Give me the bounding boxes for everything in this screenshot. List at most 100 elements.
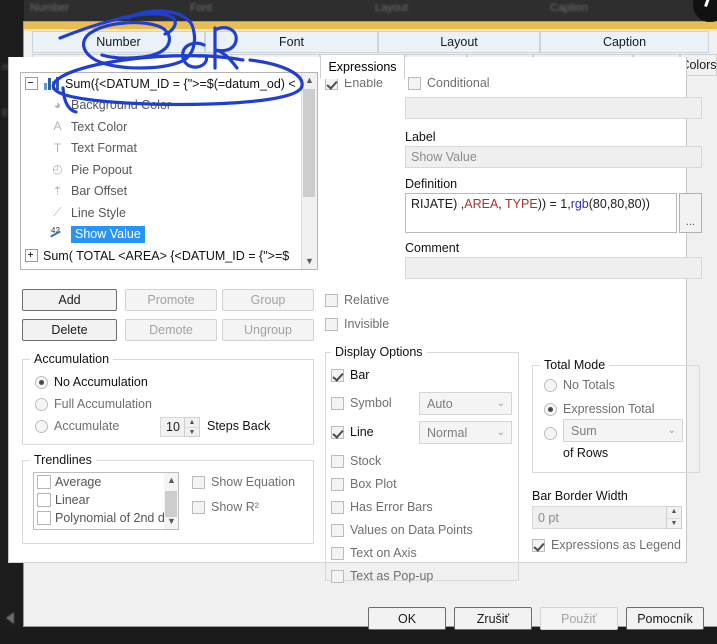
ghost-label-caption: Caption [550, 2, 588, 14]
checkbox-show-equation[interactable] [192, 476, 205, 489]
steps-back-spinner[interactable]: ▲ ▼ [184, 417, 200, 437]
tree-scrollbar[interactable]: ▲ ▼ [301, 73, 317, 269]
add-button[interactable]: Add [22, 289, 117, 311]
scroll-up-icon[interactable]: ▲ [302, 73, 317, 88]
spinner-down-icon[interactable]: ▼ [185, 427, 199, 437]
ungroup-button[interactable]: Ungroup [222, 319, 314, 341]
symbol-select[interactable]: Auto ⌄ [419, 392, 512, 415]
tree-item-show-value[interactable]: 42 Show Value [21, 224, 317, 246]
checkbox-text-on-axis[interactable] [331, 547, 344, 560]
checkbox-bar[interactable] [331, 369, 344, 382]
tree-item-bar-offset[interactable]: ⇡ Bar Offset [21, 181, 317, 203]
checkbox-text-as-popup[interactable] [331, 570, 344, 583]
radio-aggregation-total[interactable] [544, 427, 557, 440]
spinner-down-icon[interactable]: ▼ [667, 517, 681, 530]
trendlines-scroll-down-icon[interactable]: ▼ [164, 514, 178, 529]
label-no-accumulation: No Accumulation [54, 375, 148, 389]
label-input[interactable]: Show Value [405, 146, 702, 168]
aggregation-select[interactable]: Sum ⌄ [563, 419, 683, 442]
comment-input[interactable] [405, 257, 702, 279]
help-button[interactable]: Pomocník [626, 607, 704, 630]
radio-accumulate[interactable] [35, 420, 48, 433]
checkbox-box-plot[interactable] [331, 478, 344, 491]
spinner-up-icon[interactable]: ▲ [185, 418, 199, 427]
display-options-title: Display Options [331, 345, 427, 359]
ok-button[interactable]: OK [368, 607, 446, 630]
checkbox-show-r2[interactable] [192, 501, 205, 514]
label-definition-title: Definition [405, 177, 458, 191]
expander-minus-icon[interactable] [25, 77, 38, 91]
trendline-label: Polynomial of 2nd d [55, 511, 165, 525]
checkbox-polynomial-3rd[interactable] [37, 529, 51, 530]
tree-item-text-format[interactable]: T Text Format [21, 138, 317, 160]
label-expression-total: Expression Total [563, 402, 655, 416]
show-value-icon: 42 [49, 226, 66, 242]
checkbox-relative[interactable] [325, 294, 338, 307]
checkbox-polynomial-2nd[interactable] [37, 511, 51, 525]
spinner-up-icon[interactable]: ▲ [667, 507, 681, 518]
trendlines-scroll-up-icon[interactable]: ▲ [164, 473, 178, 488]
bar-border-width-spinner[interactable]: ▲ ▼ [666, 506, 682, 529]
trendline-item-poly3[interactable]: Polynomial of 3rd d [34, 527, 178, 530]
checkbox-average[interactable] [37, 475, 51, 489]
tree-item-label: Pie Popout [71, 162, 133, 177]
checkbox-symbol[interactable] [331, 397, 344, 410]
checkbox-line[interactable] [331, 426, 344, 439]
checkbox-conditional[interactable] [408, 77, 421, 90]
cancel-button[interactable]: Zrušiť [454, 607, 532, 630]
bar-border-width-input[interactable]: 0 pt [532, 506, 682, 529]
promote-button[interactable]: Promote [125, 289, 217, 311]
text-format-icon: T [53, 140, 62, 155]
trendlines-scrollbar[interactable]: ▲ ▼ [164, 473, 178, 529]
trendlines-list[interactable]: Average Linear Polynomial of 2nd d Polyn… [33, 472, 179, 530]
ghost-tabstrip [0, 0, 717, 22]
checkbox-expressions-as-legend[interactable] [532, 539, 545, 552]
radio-full-accumulation[interactable] [35, 398, 48, 411]
label-bar-border-width: Bar Border Width [532, 489, 628, 503]
trendline-item-poly2[interactable]: Polynomial of 2nd d [34, 509, 178, 527]
delete-button[interactable]: Delete [22, 319, 117, 341]
demote-button[interactable]: Demote [125, 319, 217, 341]
radio-expression-total[interactable] [544, 403, 557, 416]
radio-no-accumulation[interactable] [35, 376, 48, 389]
tab-caption[interactable]: Caption [540, 31, 709, 53]
ghost-left-arrow-icon [6, 612, 14, 624]
text-color-icon: A [53, 119, 62, 134]
radio-no-totals[interactable] [544, 379, 557, 392]
label-symbol: Symbol [350, 396, 392, 410]
tab-layout[interactable]: Layout [378, 31, 540, 53]
tree-item-root-expression[interactable]: Sum({<DATUM_ID = {">=$(=datum_od) < [21, 73, 317, 95]
label-relative: Relative [344, 293, 390, 307]
tree-item-total-expression[interactable]: Sum( TOTAL <AREA> {<DATUM_ID = {">=$ [21, 245, 317, 267]
tab-font[interactable]: Font [205, 31, 378, 53]
trendline-label: Linear [55, 493, 90, 507]
trendline-item-linear[interactable]: Linear [34, 491, 178, 509]
checkbox-has-error-bars[interactable] [331, 501, 344, 514]
expression-tree[interactable]: Sum({<DATUM_ID = {">=$(=datum_od) < ◕ Ba… [20, 72, 318, 270]
conditional-input[interactable] [405, 97, 702, 119]
scroll-down-icon[interactable]: ▼ [302, 254, 317, 269]
chevron-down-icon: ⌄ [667, 425, 676, 436]
checkbox-invisible[interactable] [325, 318, 338, 331]
checkbox-stock[interactable] [331, 455, 344, 468]
tree-item-pie-popout[interactable]: ◴ Pie Popout [21, 159, 317, 181]
label-values-on-data-points: Values on Data Points [350, 523, 473, 537]
trendline-item-average[interactable]: Average [34, 473, 178, 491]
checkbox-linear[interactable] [37, 493, 51, 507]
tab-number[interactable]: Number [32, 31, 205, 53]
apply-button[interactable]: Použiť [540, 607, 618, 630]
scrollbar-thumb[interactable] [303, 89, 315, 197]
line-select[interactable]: Normal ⌄ [419, 421, 512, 444]
checkbox-values-on-data-points[interactable] [331, 524, 344, 537]
tree-item-background-color[interactable]: ◕ Background Color [21, 95, 317, 117]
group-button[interactable]: Group [222, 289, 314, 311]
tree-item-label: Line Style [71, 205, 126, 220]
tab-expressions[interactable]: Expressions [320, 54, 405, 79]
definition-input[interactable]: RIJATE) ,AREA, TYPE)) = 1,rgb(80,80,80)) [405, 193, 677, 233]
tree-item-label: Bar Offset [71, 184, 128, 199]
tree-item-text-color[interactable]: A Text Color [21, 116, 317, 138]
expander-plus-icon[interactable] [25, 249, 38, 263]
definition-browse-button[interactable]: ... [679, 193, 702, 233]
dialog-accent-bar [24, 22, 717, 29]
tree-item-line-style[interactable]: ⟋ Line Style [21, 202, 317, 224]
